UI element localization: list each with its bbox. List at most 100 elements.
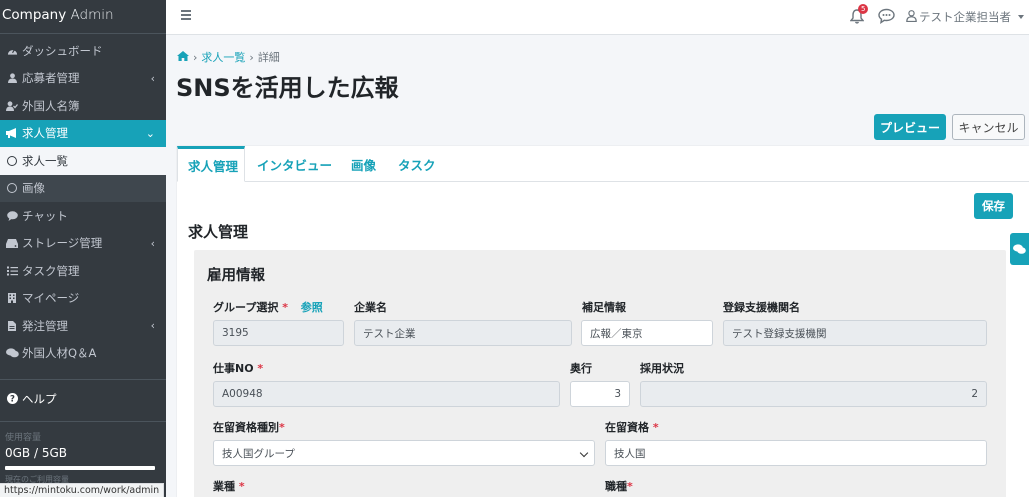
breadcrumb: › 求人一覧 › 詳細	[177, 49, 280, 65]
usage-label: 使用容量	[5, 432, 42, 443]
sidebar-item-label: タスク管理	[22, 263, 80, 278]
sidebar-item-storage[interactable]: ストレージ管理 ‹	[0, 230, 166, 258]
required-marker: *	[257, 362, 264, 375]
hiring-status-field[interactable]: 2	[640, 381, 987, 407]
sidebar-divider	[0, 379, 166, 380]
sidebar-item-mypage[interactable]: マイページ	[0, 285, 166, 313]
panel-title: 雇用情報	[207, 268, 265, 284]
user-icon	[5, 73, 19, 84]
circle-icon	[5, 183, 19, 194]
sidebar-item-qa[interactable]: 外国人材Q＆A	[0, 340, 166, 368]
chevron-left-icon: ‹	[150, 236, 155, 250]
required-marker: *	[652, 421, 659, 434]
sidebar-item-label: 画像	[22, 181, 45, 196]
company-name-field[interactable]: テスト企業	[354, 320, 572, 346]
tab-job-management[interactable]: 求人管理	[177, 146, 245, 182]
sidebar-item-label: ダッシュボード	[22, 43, 103, 58]
notification-badge: 5	[858, 4, 869, 14]
job-edit-card: 求人管理 インタビュー 画像 タスク 保存 求人管理 雇用情報 グループ選択 *…	[177, 146, 1029, 497]
sidebar: Company Admin ダッシュボード 応募者管理 ‹ 外国人名簿 求人管理…	[0, 0, 166, 497]
comments-icon	[1013, 243, 1026, 254]
job-no-label: 仕事NO *	[213, 362, 264, 375]
job-no-field[interactable]: A00948	[213, 381, 560, 407]
residence-type-select[interactable]: 技人国グループ	[213, 440, 595, 466]
user-check-icon	[5, 101, 19, 111]
sidebar-item-tasks[interactable]: タスク管理	[0, 257, 166, 285]
sidebar-item-label: マイページ	[22, 291, 80, 306]
job-type-label: 職種*	[605, 480, 633, 493]
sidebar-item-label: ストレージ管理	[22, 236, 103, 251]
user-name: テスト企業担当者	[919, 10, 1011, 24]
sidebar-item-dashboard[interactable]: ダッシュボード	[0, 37, 166, 65]
residence-status-field[interactable]: 技人国	[605, 440, 987, 466]
required-marker: *	[238, 480, 245, 493]
brand-suffix: Admin	[70, 7, 114, 23]
home-icon[interactable]	[177, 50, 189, 64]
tasks-icon	[5, 266, 19, 276]
required-marker: *	[279, 421, 285, 434]
brand-logo[interactable]: Company Admin	[0, 0, 166, 34]
tab-images[interactable]: 画像	[341, 146, 386, 182]
file-icon	[5, 320, 19, 331]
hiring-status-label: 採用状況	[640, 362, 684, 375]
sidebar-item-help[interactable]: ? ヘルプ	[0, 385, 166, 413]
comment-icon	[5, 211, 19, 221]
user-icon	[906, 9, 917, 25]
company-name-label: 企業名	[354, 301, 387, 314]
required-marker: *	[282, 301, 288, 314]
caret-down-icon	[1018, 15, 1024, 19]
circle-icon	[5, 155, 19, 166]
sidebar-item-applicants[interactable]: 応募者管理 ‹	[0, 65, 166, 93]
industry-label: 業種 *	[213, 480, 245, 493]
group-select-label: グループ選択 * 参照	[213, 301, 323, 314]
tab-tasks[interactable]: タスク	[388, 146, 446, 182]
preview-button[interactable]: プレビュー	[874, 114, 946, 140]
required-marker: *	[627, 480, 633, 493]
sidebar-item-chat[interactable]: チャット	[0, 202, 166, 230]
chat-bubble-icon[interactable]	[878, 8, 895, 27]
supplement-info-label: 補足情報	[582, 301, 626, 314]
tab-bar: 求人管理 インタビュー 画像 タスク	[177, 146, 1029, 182]
brand-name: Company	[2, 7, 67, 23]
tab-interview[interactable]: インタビュー	[247, 146, 342, 182]
support-agency-field[interactable]: テスト登録支援機関	[723, 320, 987, 346]
supplement-info-field[interactable]: 広報／東京	[581, 320, 713, 346]
megaphone-icon	[5, 128, 19, 139]
group-select-field[interactable]: 3195	[213, 320, 344, 346]
user-dropdown[interactable]: テスト企業担当者	[906, 9, 1024, 25]
save-button[interactable]: 保存	[974, 193, 1013, 219]
floating-chat-button[interactable]	[1010, 233, 1029, 265]
depth-field[interactable]: 3	[570, 381, 630, 407]
residence-status-label: 在留資格 *	[605, 421, 659, 434]
sidebar-item-label: 応募者管理	[22, 71, 80, 86]
chevron-down-icon	[579, 448, 589, 458]
status-bar-url: https://mintoku.com/work/admin	[0, 483, 165, 497]
svg-text:?: ?	[10, 395, 15, 404]
sidebar-item-label: 発注管理	[22, 318, 68, 333]
breadcrumb-job-list[interactable]: 求人一覧	[201, 49, 245, 65]
depth-label: 奥行	[570, 362, 592, 375]
usage-value: 0GB / 5GB	[5, 445, 68, 460]
cancel-button[interactable]: キャンセル	[952, 114, 1025, 140]
top-navbar: 5 テスト企業担当者	[166, 0, 1029, 35]
question-circle-icon: ?	[5, 393, 19, 405]
sidebar-item-job-list[interactable]: 求人一覧	[0, 147, 166, 175]
sidebar-item-jobs[interactable]: 求人管理 ⌄	[0, 119, 166, 147]
sidebar-item-label: 外国人材Q＆A	[22, 346, 97, 361]
sidebar-item-label: 求人一覧	[22, 153, 68, 168]
residence-type-label: 在留資格種別*	[213, 421, 285, 434]
building-icon	[5, 293, 19, 304]
sidebar-item-orders[interactable]: 発注管理 ‹	[0, 312, 166, 340]
residence-type-value: 技人国グループ	[222, 447, 295, 460]
chevron-left-icon: ‹	[150, 319, 155, 333]
group-reference-link[interactable]: 参照	[301, 301, 323, 314]
sidebar-item-images[interactable]: 画像	[0, 174, 166, 202]
usage-progress-bar	[5, 465, 155, 470]
sidebar-item-foreigner-list[interactable]: 外国人名簿	[0, 92, 166, 120]
page-title: SNSを活用した広報	[176, 74, 399, 102]
chevron-down-icon: ⌄	[145, 126, 155, 140]
menu-toggle-icon[interactable]	[181, 10, 191, 20]
sidebar-item-label: 求人管理	[22, 126, 68, 141]
breadcrumb-current: 詳細	[257, 51, 280, 64]
sidebar-item-label: チャット	[22, 208, 68, 223]
